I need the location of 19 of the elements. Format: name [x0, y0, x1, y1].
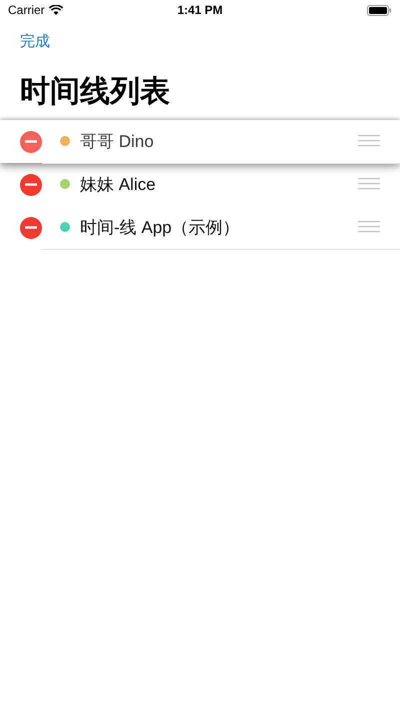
delete-button[interactable] — [20, 174, 42, 196]
row-label: 哥哥 Dino — [80, 130, 155, 152]
minus-icon — [25, 226, 37, 229]
done-button[interactable]: 完成 — [20, 32, 50, 50]
delete-button[interactable] — [20, 216, 42, 238]
status-time: 1:41 PM — [177, 3, 223, 17]
list-row[interactable]: 哥哥 Dino — [0, 120, 400, 163]
minus-icon — [25, 140, 37, 143]
minus-icon — [25, 183, 37, 186]
reorder-handle-icon[interactable] — [358, 135, 380, 147]
carrier-label: Carrier — [8, 3, 45, 17]
battery-icon — [366, 4, 392, 16]
reorder-handle-icon[interactable] — [358, 178, 380, 190]
row-label: 妹妹 Alice — [80, 174, 157, 196]
reorder-handle-icon[interactable] — [358, 221, 380, 233]
row-label: 时间-线 App（示例） — [80, 216, 241, 238]
delete-button[interactable] — [20, 130, 42, 152]
page-title: 时间线列表 — [20, 74, 171, 110]
wifi-icon — [48, 5, 63, 15]
